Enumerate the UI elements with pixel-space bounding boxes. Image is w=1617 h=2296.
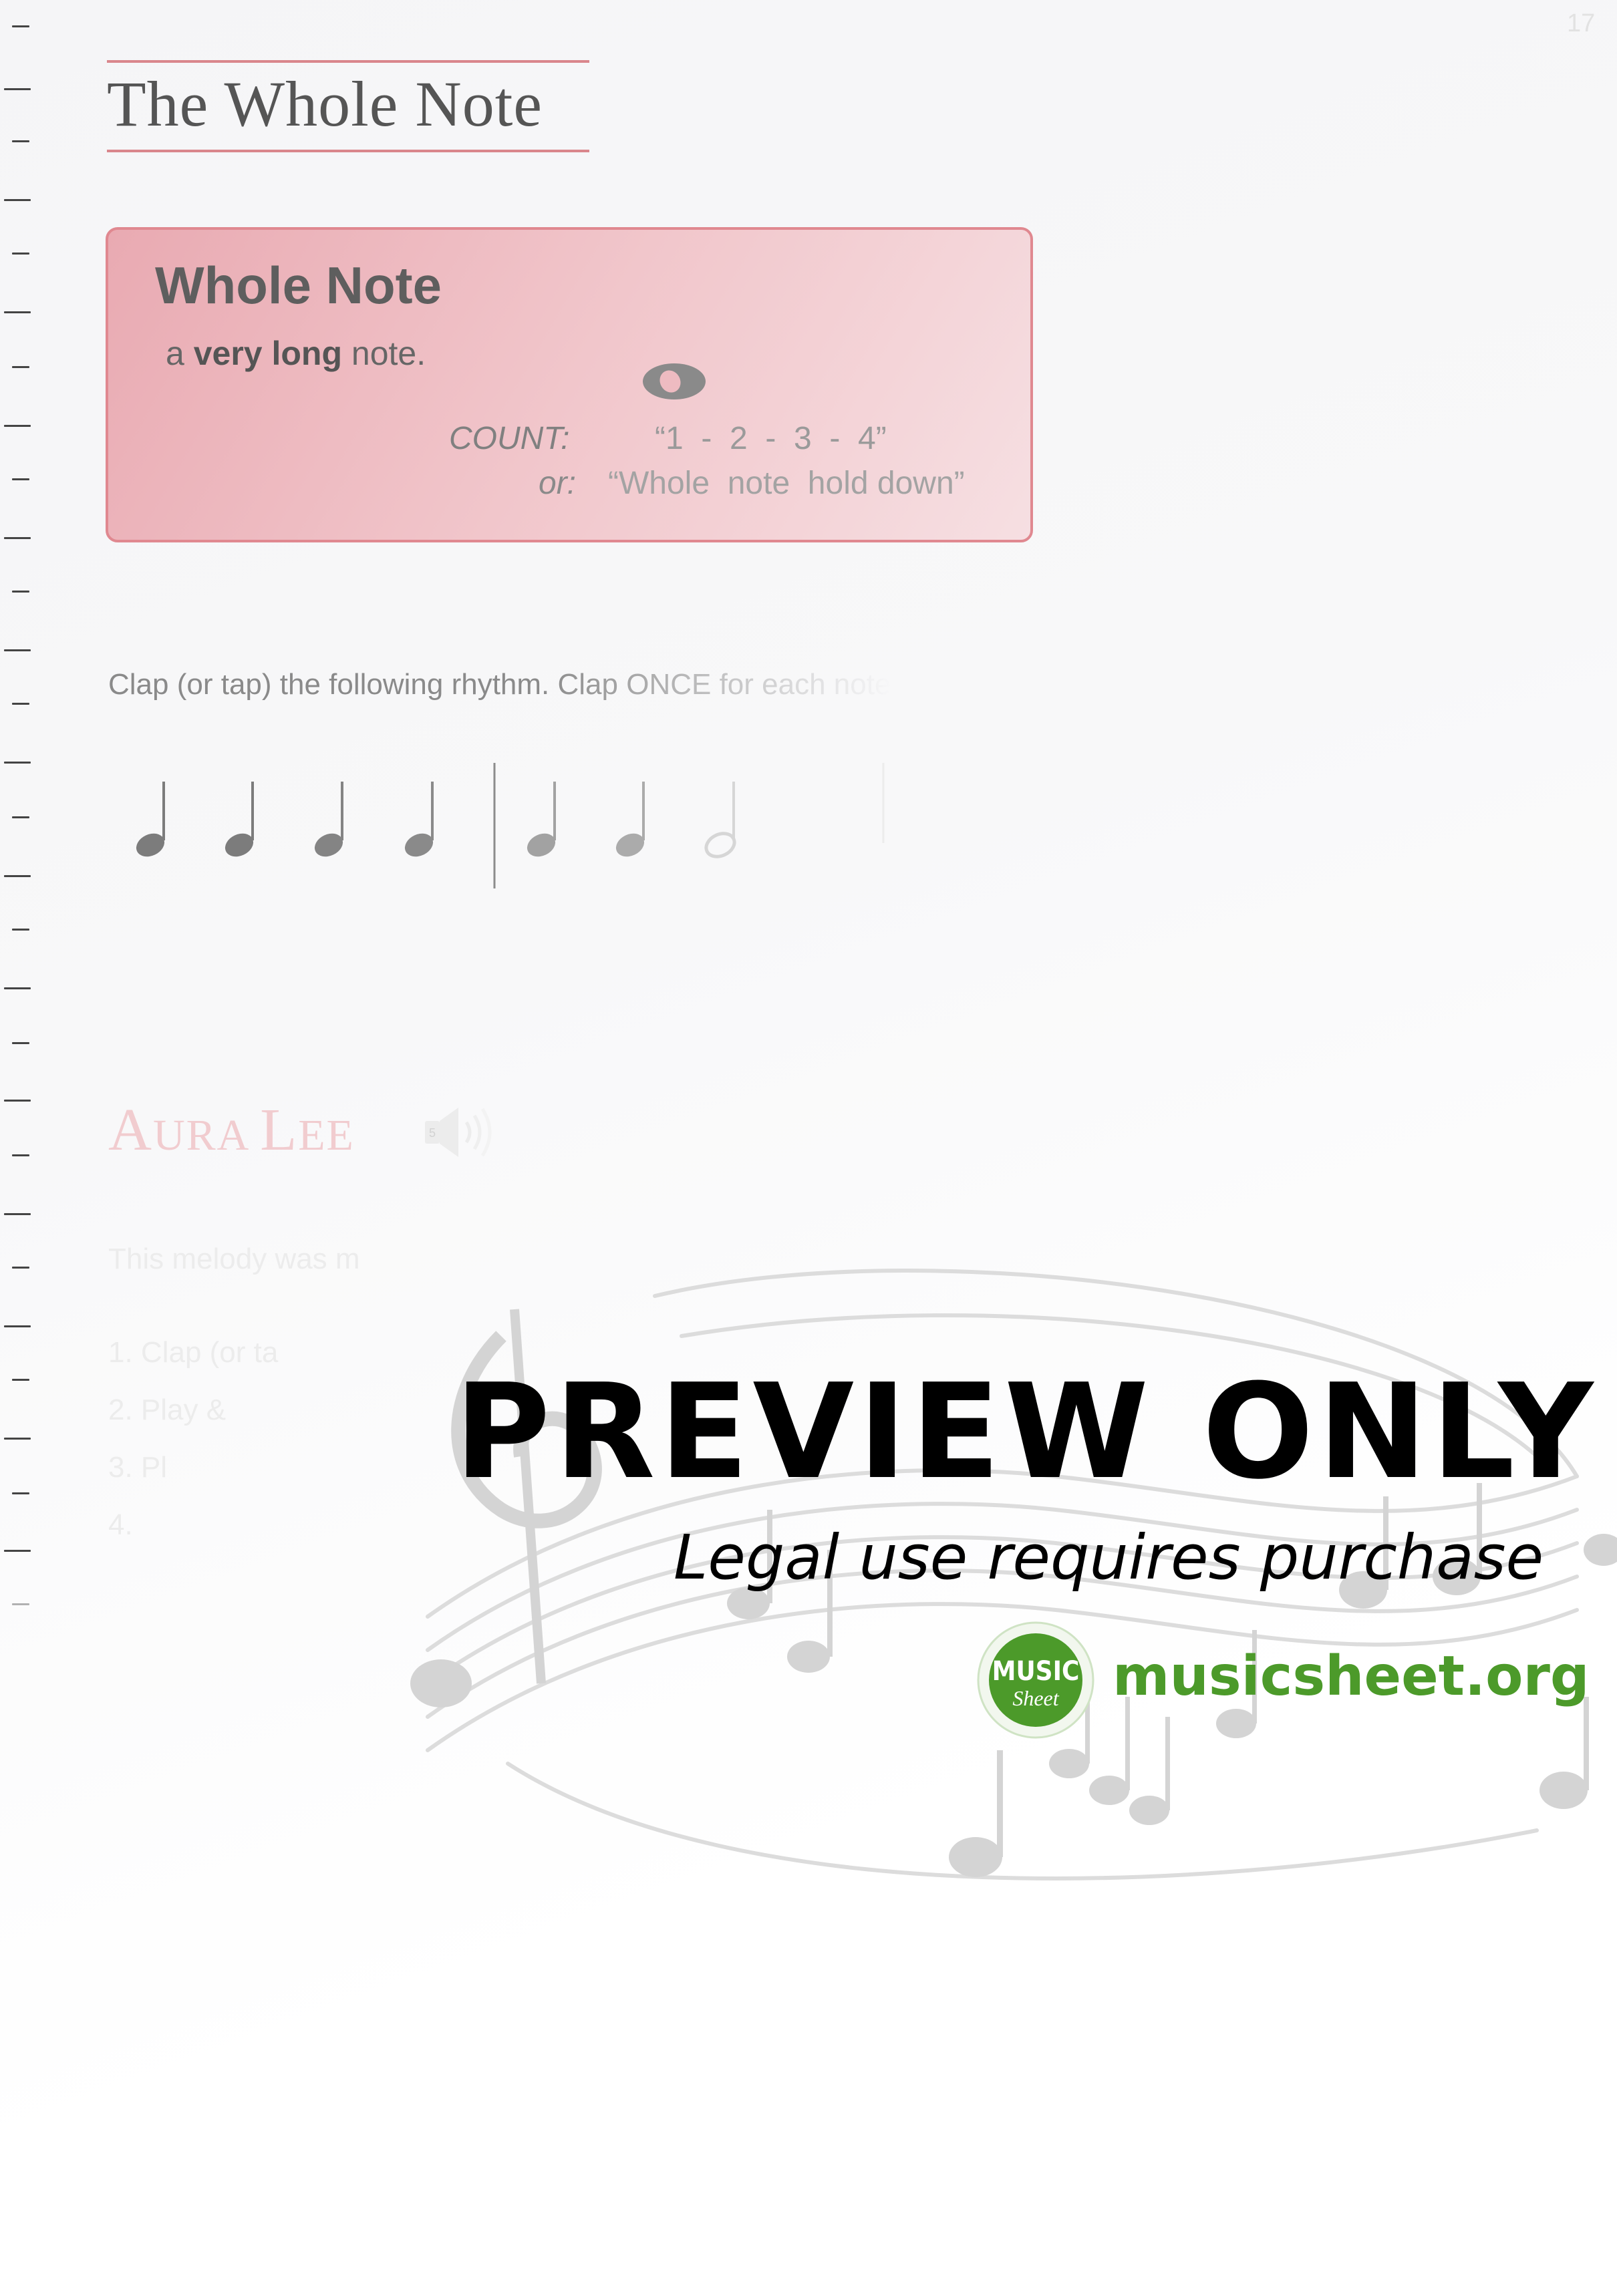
rhythm-exercise (136, 763, 885, 888)
binding-mark (4, 425, 31, 427)
binding-mark (12, 253, 29, 255)
binding-mark (12, 1379, 29, 1381)
definition-description: a very long note. (166, 334, 426, 373)
binding-mark (12, 703, 29, 705)
clap-instruction: Clap (or tap) the following rhythm. Clap… (108, 668, 891, 701)
logo-bottom-text: Sheet (1012, 1686, 1059, 1710)
definition-text-prefix: a (166, 335, 194, 372)
definition-text-bold: very long (193, 335, 342, 372)
song-step-1: 1. Clap (or ta (108, 1336, 279, 1369)
song-intro: This melody was m (108, 1243, 360, 1275)
music-book-page: 17 The Whole Note Whole Note a very long… (0, 0, 1617, 2296)
binding-mark (12, 140, 29, 142)
binding-mark (12, 478, 29, 480)
or-label: or: (539, 466, 577, 501)
binding-mark (4, 311, 31, 313)
binding-mark (12, 25, 29, 27)
binding-mark (4, 537, 31, 539)
musicsheet-logo-icon[interactable]: MUSIC Sheet (976, 1620, 1096, 1740)
binding-mark (12, 1042, 29, 1044)
binding-mark (4, 875, 31, 877)
whole-note-icon (643, 363, 706, 399)
song-title-part: EE (298, 1111, 355, 1160)
lesson-title: The Whole Note (107, 68, 543, 140)
song-step-3: 3. Pl (108, 1451, 168, 1484)
or-value: “Whole note hold down” (608, 466, 965, 501)
logo-top-text: MUSIC (992, 1656, 1080, 1687)
definition-heading: Whole Note (155, 256, 442, 315)
binding-mark (12, 591, 29, 593)
binding-mark (4, 1438, 31, 1440)
binding-mark (12, 1603, 29, 1605)
count-value: “1 - 2 - 3 - 4” (655, 421, 887, 456)
binding-mark (12, 816, 29, 818)
binding-mark (4, 88, 31, 90)
count-label: COUNT: (449, 421, 570, 456)
binding-mark (4, 762, 31, 764)
speaker-icon[interactable]: 5 (422, 1102, 496, 1162)
svg-text:5: 5 (429, 1126, 436, 1140)
site-link[interactable]: musicsheet.org (1113, 1645, 1590, 1708)
binding-mark (12, 366, 29, 368)
binding-mark (12, 1492, 29, 1494)
binding-mark (4, 649, 31, 651)
song-title-part: URA (153, 1111, 261, 1160)
page-number: 17 (1567, 9, 1596, 37)
binding-mark (4, 1213, 31, 1215)
legal-notice: Legal use requires purchase (674, 1522, 1544, 1593)
song-title-initial: L (260, 1097, 299, 1163)
song-title: AURA LEE (108, 1096, 355, 1164)
spiral-binding (0, 0, 40, 1630)
binding-mark (4, 1325, 31, 1327)
binding-mark (12, 1154, 29, 1156)
definition-text-suffix: note. (342, 335, 426, 372)
binding-mark (4, 199, 31, 201)
binding-mark (4, 987, 31, 989)
binding-mark (4, 1550, 31, 1552)
clap-instruction-text: Clap (or tap) the following rhythm. Clap… (108, 668, 891, 701)
preview-only-headline: PREVIEW ONLY (454, 1356, 1598, 1508)
binding-mark (4, 1100, 31, 1102)
rhythm-notes (136, 782, 736, 858)
binding-mark (12, 1267, 29, 1269)
lesson-title-block: The Whole Note (107, 60, 589, 152)
whole-note-definition-box: Whole Note a very long note. COUNT: “1 -… (106, 227, 1033, 542)
song-step-2: 2. Play & (108, 1393, 227, 1426)
binding-mark (12, 929, 29, 931)
song-title-initial: A (108, 1097, 153, 1163)
song-step-4: 4. (108, 1508, 133, 1541)
